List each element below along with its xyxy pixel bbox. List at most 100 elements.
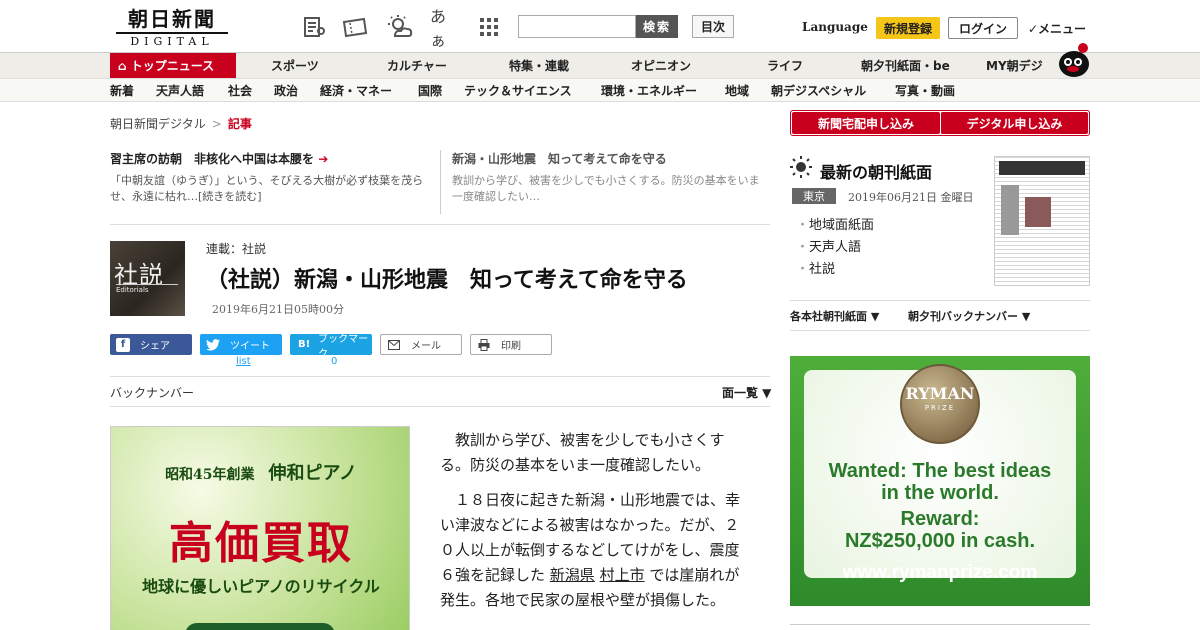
medal-icon: RYMAN PRIZE — [900, 364, 980, 444]
divider — [110, 376, 770, 377]
signup-button[interactable]: 新規登録 — [876, 17, 940, 39]
nav-my-asadigi[interactable]: MY朝デジ — [986, 53, 1043, 79]
arrow-right-icon: ➔ — [318, 152, 329, 166]
divider — [440, 150, 441, 214]
bookmark-count: 0 — [331, 356, 338, 367]
digital-subscribe-button[interactable]: デジタル申し込み — [940, 112, 1088, 134]
regional-editions-dropdown[interactable]: 各本社朝刊紙面 ▼ — [790, 308, 879, 324]
ad-cta-button[interactable] — [185, 623, 335, 630]
home-icon: ⌂ — [118, 59, 131, 73]
font-size-icon[interactable]: あぁ — [430, 7, 456, 50]
piano-advertisement[interactable]: 昭和45年創業 伸和ピアノ 高価買取 地球に優しいピアノのリサイクル — [110, 426, 410, 630]
bookmark-label: ブックマーク — [318, 333, 369, 360]
mail-icon — [387, 338, 401, 352]
medal-text: RYMAN — [905, 384, 975, 403]
logo-text-en: DIGITAL — [116, 32, 228, 48]
nav-sub-tensei[interactable]: 天声人語 — [156, 79, 204, 103]
sun-icon — [790, 156, 812, 178]
nav-sub-economy[interactable]: 経済・マネー — [320, 79, 392, 103]
medal-subtext: PRIZE — [924, 404, 956, 412]
breadcrumb-current: 記事 — [227, 117, 252, 131]
tag-link-murakami[interactable]: 村上市 — [600, 566, 645, 584]
nav-sub-region[interactable]: 地域 — [725, 79, 749, 103]
nav-sub-tech[interactable]: テック＆サイエンス — [464, 79, 572, 103]
facebook-icon: f — [116, 337, 130, 352]
related-article-1[interactable]: 習主席の訪朝 非核化へ中国は本腰を ➔ 「中朝友誼（ゆうぎ）」という、そびえる大… — [110, 150, 425, 214]
nav-culture[interactable]: カルチャー — [387, 53, 447, 79]
editorial-badge-image: 社説 Editorials — [110, 241, 185, 316]
toc-button[interactable]: 目次 — [692, 15, 734, 38]
nav-sub-international[interactable]: 国際 — [418, 79, 442, 103]
paper-backnumber-dropdown[interactable]: 朝夕刊バックナンバー ▼ — [908, 308, 1030, 324]
ad-reward: Reward: NZ$250,000 in cash. — [844, 508, 1036, 552]
ticket-icon[interactable] — [342, 14, 368, 40]
grid-menu-icon[interactable] — [476, 14, 502, 40]
nav-sub-new[interactable]: 新着 — [110, 79, 134, 103]
nav-sub-photo[interactable]: 写真・動画 — [895, 79, 955, 103]
mail-label: メール — [411, 341, 441, 352]
login-button[interactable]: ログイン — [948, 17, 1018, 39]
related-title: 習主席の訪朝 非核化へ中国は本腰を ➔ — [110, 152, 329, 166]
backnumber-label[interactable]: バックナンバー — [110, 384, 194, 401]
search-button[interactable]: 検索 — [636, 15, 678, 38]
related-article-2[interactable]: 新潟・山形地震 知って考えて命を守る 教訓から学び、被害を少しでも小さくする。防… — [452, 150, 768, 214]
breadcrumb-separator: > — [211, 117, 222, 131]
language-link[interactable]: Language — [802, 20, 868, 34]
nav-sports[interactable]: スポーツ — [271, 53, 319, 79]
page-list-dropdown[interactable]: 面一覧 ▼ — [722, 384, 771, 401]
thumbnail-image — [1001, 185, 1019, 235]
divider — [110, 224, 770, 225]
region-badge: 東京 — [792, 188, 836, 204]
twitter-icon — [206, 338, 220, 352]
nav-sub-environment[interactable]: 環境・エネルギー — [601, 79, 697, 103]
home-delivery-button[interactable]: 新聞宅配申し込み — [792, 112, 940, 134]
nav-top-news[interactable]: ⌂ トップニュース — [110, 53, 236, 79]
divider — [790, 330, 1090, 331]
nav-sub-special[interactable]: 朝デジスペシャル — [771, 79, 866, 103]
ad-tagline: 地球に優しいピアノのリサイクル — [142, 577, 380, 596]
site-header: 朝日新聞 DIGITAL あぁ 検索 目次 Language 新規登録 ログイン… — [0, 0, 1200, 52]
related-desc: 教訓から学び、被害を少しでも小さくする。防災の基本をいま一度確認したい… — [452, 174, 760, 203]
sidebar-link-regional[interactable]: 地域面紙面 — [796, 214, 874, 233]
facebook-share-button[interactable]: f シェア — [110, 334, 192, 355]
ad-subtitle: 昭和45年創業 伸和ピアノ — [165, 463, 357, 484]
hatena-bookmark-button[interactable]: B! ブックマーク — [290, 334, 372, 360]
twitter-list-link[interactable]: list — [236, 356, 251, 367]
morning-edition-title[interactable]: 最新の朝刊紙面 — [820, 159, 932, 183]
newspaper-thumbnail[interactable] — [994, 156, 1090, 286]
series-label[interactable]: 連載：社説 — [206, 240, 266, 257]
printer-icon — [477, 338, 491, 352]
twitter-share-button[interactable]: ツイート — [200, 334, 282, 355]
sidebar-link-tensei[interactable]: 天声人語 — [796, 236, 861, 255]
menu-button[interactable]: ✓メニュー — [1028, 20, 1086, 37]
nav-sub-society[interactable]: 社会 — [228, 79, 252, 103]
nav-paper[interactable]: 朝夕刊紙面・be — [861, 53, 950, 79]
mascot-icon[interactable] — [1056, 42, 1092, 78]
paper-date: 2019年06月21日 金曜日 — [848, 191, 974, 204]
ryman-prize-advertisement[interactable]: RYMAN PRIZE Wanted: The best ideas in the… — [790, 356, 1090, 606]
tag-link-niigata[interactable]: 新潟県 — [550, 566, 595, 584]
sub-nav: 新着 天声人語 社会 政治 経済・マネー 国際 テック＆サイエンス 環境・エネル… — [0, 78, 1200, 102]
nav-life[interactable]: ライフ — [767, 53, 803, 79]
breadcrumb: 朝日新聞デジタル > 記事 — [110, 115, 252, 132]
nav-opinion[interactable]: オピニオン — [631, 53, 691, 79]
related-desc: 「中朝友誼（ゆうぎ）」という、そびえる大樹が必ず枝葉を茂らせ、永遠に枯れ…[続き… — [110, 174, 424, 203]
print-button[interactable]: 印刷 — [470, 334, 552, 355]
related-title: 新潟・山形地震 知って考えて命を守る — [452, 152, 667, 166]
thumbnail-photo — [1025, 197, 1051, 227]
weather-icon[interactable] — [387, 14, 413, 40]
newspaper-icon[interactable] — [301, 14, 327, 40]
search-input[interactable] — [518, 15, 636, 38]
nav-item-label: トップニュース — [130, 59, 215, 73]
nav-features[interactable]: 特集・連載 — [509, 53, 569, 79]
breadcrumb-home[interactable]: 朝日新聞デジタル — [110, 117, 206, 131]
sidebar-link-editorial[interactable]: 社説 — [796, 258, 835, 277]
article-paragraph: １８日夜に起きた新潟・山形地震では、幸い津波などによる被害はなかった。だが、２０… — [440, 491, 741, 609]
ad-url[interactable]: www.rymanprize.com — [790, 562, 1090, 584]
site-logo[interactable]: 朝日新聞 DIGITAL — [116, 8, 228, 48]
mail-share-button[interactable]: メール — [380, 334, 462, 355]
divider — [790, 300, 1090, 301]
ad-headline: 高価買取 — [169, 518, 353, 569]
divider — [110, 406, 770, 407]
nav-sub-politics[interactable]: 政治 — [274, 79, 298, 103]
